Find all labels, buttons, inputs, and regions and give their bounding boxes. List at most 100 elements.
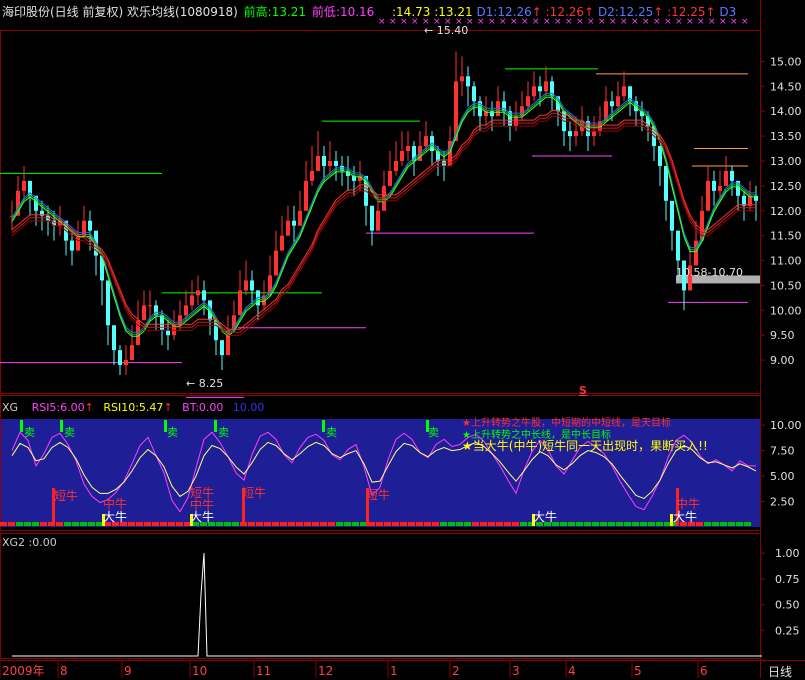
candle-body — [676, 230, 680, 261]
high-annotation: ← 15.40 — [424, 24, 469, 37]
prev-high-value: 13.21 — [271, 5, 307, 19]
candle-body — [334, 160, 338, 166]
signal-bar — [360, 522, 367, 526]
candle-body — [568, 131, 572, 137]
price-tick-label: 12.00 — [770, 205, 802, 218]
signal-bar — [560, 522, 567, 526]
signal-bar — [704, 522, 711, 526]
rsi-tick-label: 10.00 — [770, 419, 802, 432]
price-tick-label: 13.50 — [770, 130, 802, 143]
sell-signal: 卖 — [167, 426, 178, 439]
candle-body — [286, 220, 290, 236]
candle-body — [298, 210, 302, 226]
candle-body — [376, 210, 380, 231]
signal-bar — [256, 522, 263, 526]
header-value-2: :13.21 — [434, 5, 473, 19]
signal-bar — [248, 522, 255, 526]
price-tick-label: 15.00 — [770, 55, 802, 68]
short-bull-signal: 短牛 — [54, 489, 79, 503]
prev-low-label: 前低: — [311, 5, 340, 19]
signal-bar — [440, 522, 447, 526]
rsi-tick-label: 2.50 — [770, 496, 795, 509]
signal-bar — [152, 522, 159, 526]
candle-body — [274, 250, 278, 276]
price-tick-label: 13.00 — [770, 155, 802, 168]
signal-bar — [80, 522, 87, 526]
candle-body — [394, 160, 398, 171]
sell-signal-bar — [322, 420, 325, 432]
time-label: 8 — [60, 664, 68, 678]
signal-bar — [408, 522, 415, 526]
range-label: 10.58-10.70 — [676, 266, 743, 279]
signal-bar — [600, 522, 607, 526]
time-label: 4 — [568, 664, 576, 678]
candle-body — [280, 235, 284, 251]
prev-low-value: 10.16 — [339, 5, 375, 19]
candle-body — [142, 305, 146, 321]
short-bull-signal: 短牛 — [242, 486, 267, 500]
candle-body — [88, 220, 92, 231]
signal-bar — [264, 522, 271, 526]
up-arrow-icon: ↑ — [653, 5, 664, 19]
time-label: 11 — [256, 664, 271, 678]
signal-bar — [144, 522, 151, 526]
signal-bar — [632, 522, 639, 526]
xg2-tick-label: 0.50 — [775, 599, 800, 612]
indicator-name: 欢乐均线(1080918) — [127, 5, 238, 19]
candle-body — [310, 170, 314, 181]
chart-header: 海印股份(日线 前复权) 欢乐均线(1080918) 前高:13.21 前低:1… — [2, 5, 374, 19]
rsi-panel-name: XG — [2, 401, 19, 414]
high-label: 15.40 — [436, 24, 469, 37]
candle-body — [664, 165, 668, 201]
signal-bar — [656, 522, 663, 526]
s-marker: S — [579, 384, 587, 397]
signal-bar — [584, 522, 591, 526]
up-arrow-icon: ↑ — [705, 5, 716, 19]
signal-bar — [296, 522, 303, 526]
prev-high-label: 前高: — [243, 5, 272, 19]
candle-body — [166, 330, 170, 336]
price-tick-label: 11.00 — [770, 255, 802, 268]
top-marker: × — [378, 17, 386, 27]
up-arrow-icon: ↑ — [531, 5, 542, 19]
candle-body — [196, 290, 200, 296]
rsi-legend-3: ★当大牛(中牛)短牛同一天出现时，果断买入!! — [462, 439, 708, 453]
candle-body — [706, 180, 710, 211]
signal-bar — [128, 522, 135, 526]
time-label: 9 — [124, 664, 132, 678]
signal-bar — [432, 522, 439, 526]
candle-body — [370, 205, 374, 231]
big-bull-signal: 大牛 — [103, 510, 128, 524]
rsi10-label: RSI10:5.47 — [103, 401, 164, 414]
candle-body — [106, 280, 110, 326]
period-label: 日线 — [768, 665, 793, 679]
chart-canvas: × × × × × × × × × × × × × × × × × × × × × × × × × × × × × × × × × × 15.00… — [0, 0, 805, 678]
sell-signal-bar — [60, 420, 63, 432]
candle-body — [118, 350, 122, 366]
signal-bar — [520, 522, 527, 526]
candle-body — [622, 86, 626, 97]
candle-body — [322, 156, 326, 166]
signal-bar — [568, 522, 575, 526]
top-marker: × — [741, 17, 749, 27]
candle-body — [70, 240, 74, 251]
up-arrow-icon: ↑ — [584, 5, 595, 19]
xg2-tick-label: 0.75 — [775, 573, 800, 586]
candle-body — [574, 131, 578, 137]
header-value-1: :14.73 — [392, 5, 431, 19]
rsi-tick-label: 5.00 — [770, 470, 795, 483]
candle-body — [730, 170, 734, 181]
signal-bar — [640, 522, 647, 526]
price-tick-label: 9.50 — [770, 329, 795, 342]
header-value-7: D3 — [719, 5, 737, 19]
candle-body — [658, 146, 662, 166]
signal-bar — [344, 522, 351, 526]
xg2-panel-frame — [0, 533, 761, 659]
price-tick-label: 14.00 — [770, 105, 802, 118]
candle-body — [202, 290, 206, 301]
candle-body — [544, 81, 548, 92]
candle-body — [526, 96, 530, 107]
signal-bar — [392, 522, 399, 526]
candle-body — [328, 160, 332, 166]
candle-body — [616, 96, 620, 107]
